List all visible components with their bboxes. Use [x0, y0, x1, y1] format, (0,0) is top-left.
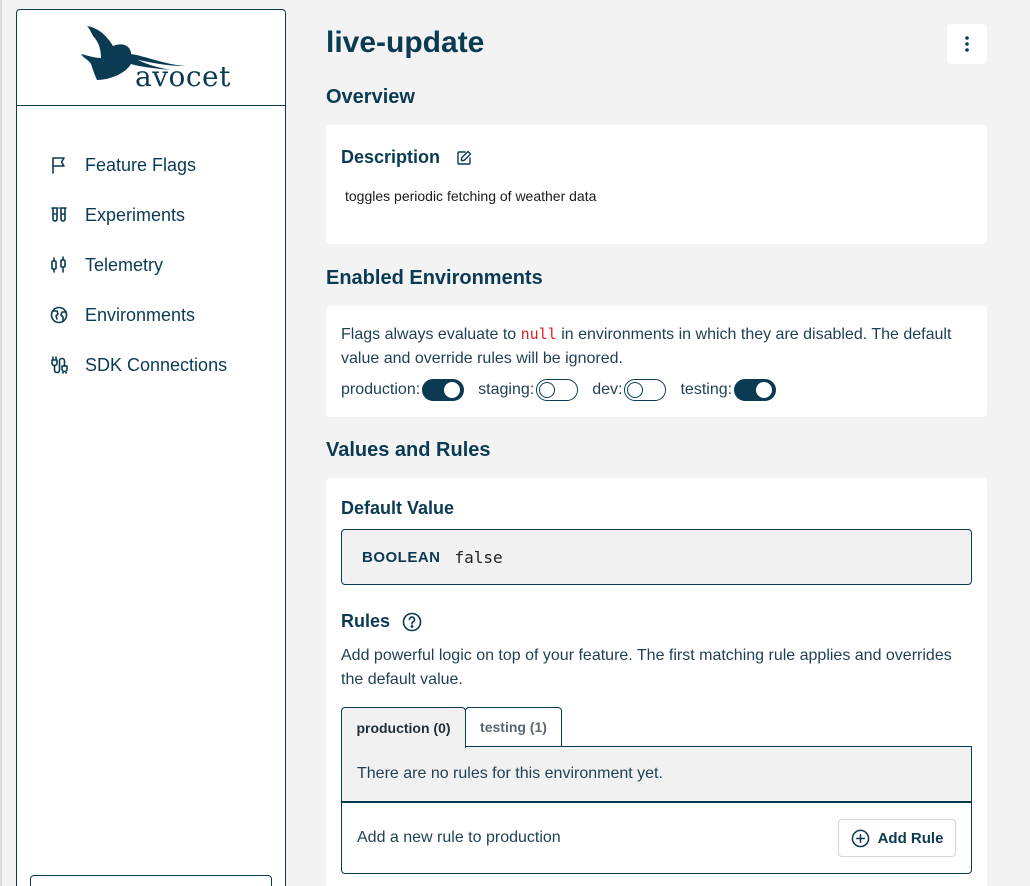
add-rule-label: Add Rule: [877, 829, 944, 847]
logo-text: avocet: [135, 60, 231, 93]
value-type-label: BOOLEAN: [362, 548, 441, 566]
tab-production[interactable]: production (0): [341, 707, 466, 748]
tab-testing[interactable]: testing (1): [465, 707, 562, 747]
sidebar-item-environments[interactable]: Environments: [17, 290, 285, 340]
sidebar-item-label: Telemetry: [85, 254, 164, 275]
values-rules-card: Default Value BOOLEAN false Rules Add po…: [326, 478, 987, 886]
sidebar-item-experiments[interactable]: Experiments: [17, 190, 285, 240]
test-tubes-icon: [49, 205, 69, 225]
env-toggle-label: staging:: [478, 381, 535, 398]
add-rule-button[interactable]: Add Rule: [838, 819, 956, 857]
environment-toggles: production: staging: dev: testing:: [341, 379, 790, 401]
enabled-environments-title: Enabled Environments: [326, 267, 543, 289]
default-value-box[interactable]: BOOLEAN false: [341, 529, 972, 585]
description-text: toggles periodic fetching of weather dat…: [345, 188, 597, 204]
env-toggle-production: production:: [341, 379, 465, 401]
env-text-before: Flags always evaluate to: [341, 326, 521, 343]
dev-toggle[interactable]: [624, 379, 667, 401]
sidebar-item-label: Feature Flags: [85, 154, 197, 175]
default-value: false: [454, 547, 503, 567]
environments-card: Flags always evaluate to null in environ…: [326, 306, 987, 417]
rules-description: Add powerful logic on top of your featur…: [341, 647, 952, 688]
rules-tab-panel: There are no rules for this environment …: [341, 746, 972, 874]
sidebar-nav: Feature Flags Experiments Telemetry Envi…: [17, 106, 285, 390]
window-edge: [0, 0, 2, 886]
default-value-heading: Default Value: [341, 498, 455, 518]
env-toggle-label: production:: [341, 381, 421, 398]
values-and-rules-title: Values and Rules: [326, 439, 491, 461]
rules-heading: Rules: [341, 611, 391, 631]
logo[interactable]: avocet: [17, 10, 285, 106]
sidebar-item-label: SDK Connections: [85, 354, 228, 375]
description-card: Description toggles periodic fetching of…: [326, 125, 987, 244]
sidebar-item-label: Experiments: [85, 204, 186, 225]
edit-icon[interactable]: [456, 150, 472, 166]
add-rule-row: Add a new rule to production Add Rule: [342, 803, 971, 873]
add-rule-text: Add a new rule to production: [357, 829, 561, 846]
env-toggle-label: testing:: [680, 381, 733, 398]
kebab-menu-icon: [965, 36, 969, 52]
more-options-button[interactable]: [947, 24, 987, 64]
page-title: live-update: [326, 26, 485, 59]
cable-icon: [49, 355, 69, 375]
overview-title: Overview: [326, 86, 415, 108]
env-toggle-dev: dev:: [592, 379, 667, 401]
staging-toggle[interactable]: [536, 379, 579, 401]
description-heading: Description: [341, 147, 441, 167]
flag-icon: [49, 155, 69, 175]
sidebar: avocet Feature Flags Experiments Telemet…: [16, 9, 286, 886]
sidebar-account-box[interactable]: [30, 875, 272, 886]
help-icon[interactable]: [402, 612, 422, 632]
sidebar-item-telemetry[interactable]: Telemetry: [17, 240, 285, 290]
sidebar-item-label: Environments: [85, 304, 196, 325]
env-toggle-label: dev:: [592, 381, 623, 398]
testing-toggle[interactable]: [734, 379, 777, 401]
globe-icon: [49, 305, 69, 325]
sidebar-item-feature-flags[interactable]: Feature Flags: [17, 140, 285, 190]
production-toggle[interactable]: [422, 379, 465, 401]
env-toggle-testing: testing:: [680, 379, 777, 401]
environments-description: Flags always evaluate to null in environ…: [341, 322, 971, 371]
plus-circle-icon: [851, 829, 870, 848]
candlestick-icon: [49, 255, 69, 275]
no-rules-message: There are no rules for this environment …: [342, 747, 971, 803]
env-toggle-staging: staging:: [478, 379, 579, 401]
null-code: null: [520, 325, 557, 343]
sidebar-item-sdk-connections[interactable]: SDK Connections: [17, 340, 285, 390]
